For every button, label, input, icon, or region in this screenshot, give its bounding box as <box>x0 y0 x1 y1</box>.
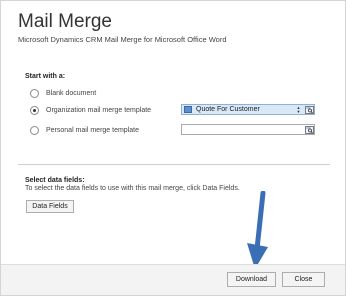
chevron-down-icon[interactable]: ▼ <box>297 109 301 114</box>
option-blank-document[interactable]: Blank document <box>30 87 96 99</box>
data-fields-button[interactable]: Data Fields <box>26 200 74 213</box>
dialog-title: Mail Merge <box>18 11 112 32</box>
option-label: Blank document <box>46 89 97 97</box>
data-fields-heading: Select data fields: <box>25 177 85 184</box>
radio-organization-template[interactable] <box>30 105 39 115</box>
template-record-icon <box>184 106 192 113</box>
organization-template-lookup[interactable]: Quote For Customer ▲ ▼ <box>181 104 315 115</box>
mail-merge-dialog: Mail Merge Microsoft Dynamics CRM Mail M… <box>0 0 346 296</box>
radio-blank-document[interactable] <box>30 88 39 98</box>
option-label: Organization mail merge template <box>46 106 152 114</box>
download-button[interactable]: Download <box>227 272 276 287</box>
personal-template-lookup[interactable] <box>181 124 315 135</box>
lookup-search-icon[interactable] <box>304 105 314 114</box>
close-button[interactable]: Close <box>282 272 325 287</box>
radio-personal-template[interactable] <box>30 125 39 135</box>
lookup-spinner[interactable]: ▲ ▼ <box>295 105 302 114</box>
dialog-footer: Download Close <box>1 264 345 295</box>
option-label: Personal mail merge template <box>46 126 139 134</box>
dialog-subtitle: Microsoft Dynamics CRM Mail Merge for Mi… <box>18 35 227 44</box>
option-personal-template[interactable]: Personal mail merge template <box>30 124 139 136</box>
arrow-down-icon <box>247 191 268 269</box>
data-fields-description: To select the data fields to use with th… <box>25 185 240 192</box>
section-divider <box>18 164 330 165</box>
lookup-search-icon[interactable] <box>304 125 314 134</box>
organization-template-value: Quote For Customer <box>196 106 260 113</box>
option-organization-template[interactable]: Organization mail merge template <box>30 104 151 116</box>
start-with-heading: Start with a: <box>25 73 66 80</box>
